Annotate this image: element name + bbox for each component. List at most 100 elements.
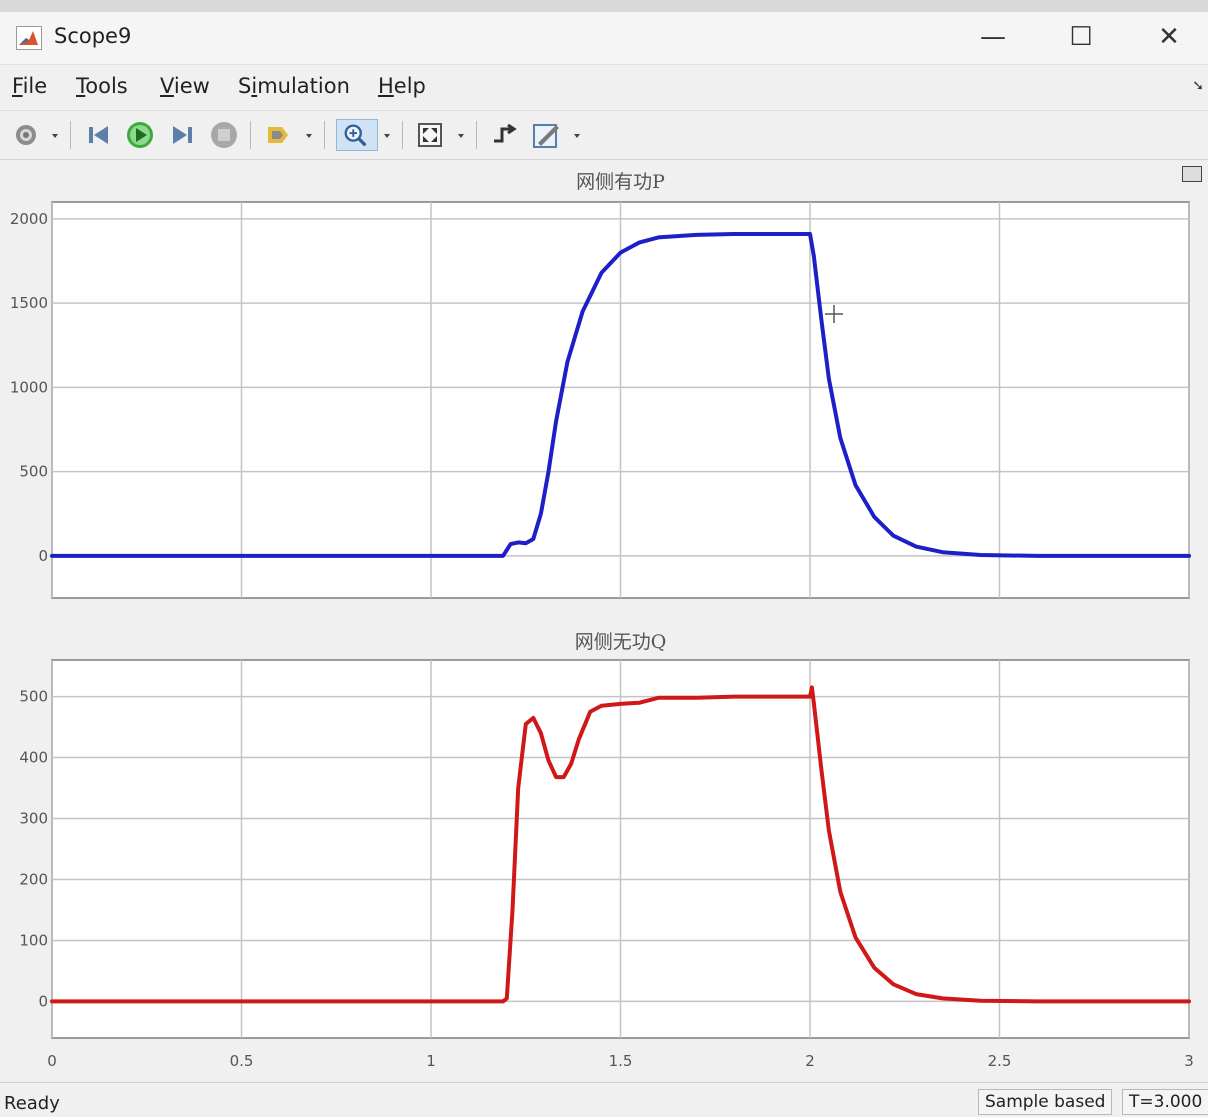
background-window-strip [0,0,1208,12]
data-point [619,703,622,705]
x-tick-label: 3 [1184,1052,1194,1070]
style-icon[interactable] [530,119,562,151]
highlight-dropdown-icon[interactable] [304,119,314,151]
y-tick-label: 500 [19,463,48,481]
data-point [511,909,514,911]
data-point [813,255,815,257]
x-tick-label: 1.5 [609,1052,633,1070]
data-point [509,543,512,545]
data-point [979,554,982,556]
settings-icon[interactable] [10,119,42,151]
data-point [638,701,641,704]
data-point [1188,1000,1190,1003]
y-tick-label: 400 [19,749,48,767]
zoom-icon[interactable] [336,119,378,151]
data-point [892,534,895,537]
undock-icon[interactable] [1182,166,1202,182]
menu-bar: File Tools View Simulation Help ➘ [0,66,1208,111]
data-point [566,361,569,363]
x-tick-label: 2 [805,1052,815,1070]
x-tick-label: 0.5 [230,1052,254,1070]
data-point [1036,555,1039,557]
data-point [809,233,811,235]
data-point [839,437,842,439]
data-point [619,251,622,254]
y-tick-label: 1000 [10,378,48,396]
window-title: Scope9 [54,24,132,48]
plot-title-2: 网侧无功Q [575,631,667,653]
minimize-button[interactable]: — [970,18,1016,56]
data-point [941,997,944,1000]
data-point [51,1000,53,1003]
data-point [873,967,876,969]
menu-file[interactable]: File [12,74,47,98]
stop-icon[interactable] [208,119,240,151]
data-point [820,768,823,771]
data-point [979,1000,982,1002]
menu-view[interactable]: View [160,74,210,98]
style-dropdown-icon[interactable] [572,119,582,151]
status-ready-text: Ready [4,1093,60,1114]
data-point [733,695,735,698]
data-point [51,555,53,557]
data-point [820,319,823,321]
data-point [915,545,917,548]
data-point [506,997,508,1000]
x-tick-label: 0 [47,1052,57,1070]
data-point [915,993,917,995]
data-point [638,241,641,244]
status-bar: Ready Sample based T=3.000 [0,1082,1208,1117]
data-point [570,762,572,765]
sample-mode-status: Sample based [978,1089,1113,1115]
menu-help[interactable]: Help [378,74,426,98]
fit-dropdown-icon[interactable] [456,119,466,151]
data-point [525,723,527,725]
data-point [828,378,830,380]
run-icon[interactable] [124,119,156,151]
y-tick-label: 500 [19,688,48,706]
menu-simulation[interactable]: Simulation [238,74,350,98]
data-point [555,776,557,778]
data-point [1036,1000,1039,1003]
data-point [525,542,527,544]
data-point [540,732,542,734]
step-back-icon[interactable] [84,119,116,151]
data-point [839,890,842,893]
data-point [695,697,698,699]
fit-icon[interactable] [414,119,446,151]
data-point [892,983,895,986]
highlight-icon[interactable] [262,119,294,151]
scope-plots: 网侧有功P 0 500 1000 1500 2000 网侧无功Q 0 100 200 300 400 5… [10,171,1194,1070]
trigger-icon[interactable] [488,119,520,151]
menu-overflow-icon[interactable]: ➘ [1192,78,1204,94]
data-point [695,234,698,236]
settings-dropdown-icon[interactable] [50,119,60,151]
data-point [502,555,504,557]
data-point [600,704,603,707]
y-tick-label: 200 [19,870,48,888]
y-tick-label: 0 [38,992,48,1010]
data-point [854,936,857,939]
data-point [502,1000,504,1003]
data-point [941,551,944,553]
y-tick-label: 300 [19,810,48,828]
data-point [532,717,535,719]
data-point [578,738,580,741]
zoom-dropdown-icon[interactable] [382,119,392,151]
y-tick-label: 2000 [10,210,48,228]
maximize-button[interactable]: ☐ [1058,18,1104,56]
data-point [555,420,557,422]
data-point [771,695,773,698]
y-tick-label: 100 [19,931,48,949]
data-point [562,776,565,778]
menu-tools[interactable]: Tools [76,74,128,98]
data-point [657,236,660,239]
toolbar [0,111,1208,160]
step-forward-icon[interactable] [166,119,198,151]
data-point [540,512,542,515]
data-point [517,541,519,544]
close-button[interactable]: ✕ [1146,18,1192,56]
matlab-icon [16,26,42,50]
data-point [1188,555,1190,557]
data-point [547,759,550,762]
